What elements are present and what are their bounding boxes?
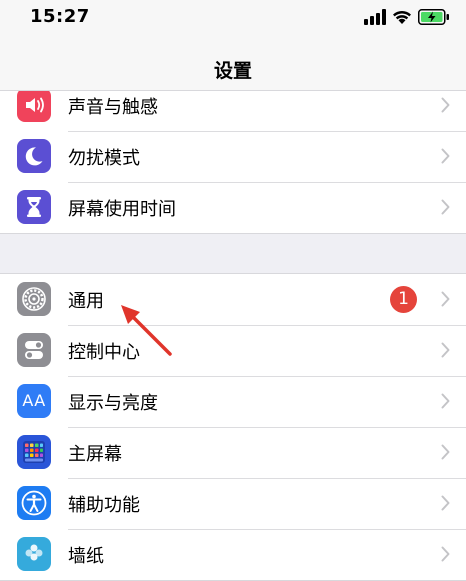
status-time: 15:27 xyxy=(30,6,90,27)
settings-row-label: 显示与亮度 xyxy=(68,393,158,414)
chevron-right-icon xyxy=(441,546,450,562)
page-title: 设置 xyxy=(213,60,252,82)
settings-row-accessibility[interactable]: 辅助功能 xyxy=(0,478,466,529)
settings-row-wallpaper[interactable]: 墙纸 xyxy=(0,529,466,580)
chevron-right-icon xyxy=(441,148,450,164)
chevron-right-icon xyxy=(441,97,450,113)
wallpaper-icon xyxy=(17,537,51,571)
settings-row-label: 辅助功能 xyxy=(68,495,140,516)
settings-row-label: 通用 xyxy=(68,291,104,312)
accessibility-icon xyxy=(17,486,51,520)
settings-row-general[interactable]: 通用 1 xyxy=(0,274,466,325)
chevron-right-icon xyxy=(441,291,450,307)
settings-row-label: 墙纸 xyxy=(68,546,104,567)
settings-row-label: 勿扰模式 xyxy=(68,148,140,169)
navigation-bar: 设置 xyxy=(0,40,466,91)
settings-row-label: 声音与触感 xyxy=(68,97,158,118)
settings-row-label: 主屏幕 xyxy=(68,444,122,465)
annotation-arrow-icon xyxy=(121,305,172,356)
status-bar: 15:27 xyxy=(0,0,466,40)
settings-row-screen-time[interactable]: 屏幕使用时间 xyxy=(0,182,466,233)
settings-row-display-brightness[interactable]: AA 显示与亮度 xyxy=(0,376,466,427)
toggles-icon xyxy=(17,333,51,367)
chevron-right-icon xyxy=(441,495,450,511)
notification-badge: 1 xyxy=(390,286,417,313)
gear-icon xyxy=(17,282,51,316)
settings-group-2: 通用 1 控制中心 AA 显示与亮度 主屏幕 辅助功能 墙纸 xyxy=(0,273,466,581)
speaker-icon xyxy=(17,88,51,122)
hourglass-icon xyxy=(17,190,51,224)
settings-row-control-center[interactable]: 控制中心 xyxy=(0,325,466,376)
settings-row-do-not-disturb[interactable]: 勿扰模式 xyxy=(0,131,466,182)
settings-row-home-screen[interactable]: 主屏幕 xyxy=(0,427,466,478)
app-grid-icon xyxy=(17,435,51,469)
settings-row-label: 屏幕使用时间 xyxy=(68,199,176,220)
chevron-right-icon xyxy=(441,199,450,215)
settings-group-1: 声音与触感 勿扰模式 屏幕使用时间 xyxy=(0,79,466,234)
chevron-right-icon xyxy=(441,393,450,409)
cellular-signal-icon xyxy=(364,9,386,25)
chevron-right-icon xyxy=(441,342,450,358)
text-size-icon: AA xyxy=(17,384,51,418)
text-size-icon-label: AA xyxy=(22,391,46,410)
chevron-right-icon xyxy=(441,444,450,460)
moon-icon xyxy=(17,139,51,173)
battery-charging-icon xyxy=(418,9,449,25)
wifi-icon xyxy=(393,10,411,24)
